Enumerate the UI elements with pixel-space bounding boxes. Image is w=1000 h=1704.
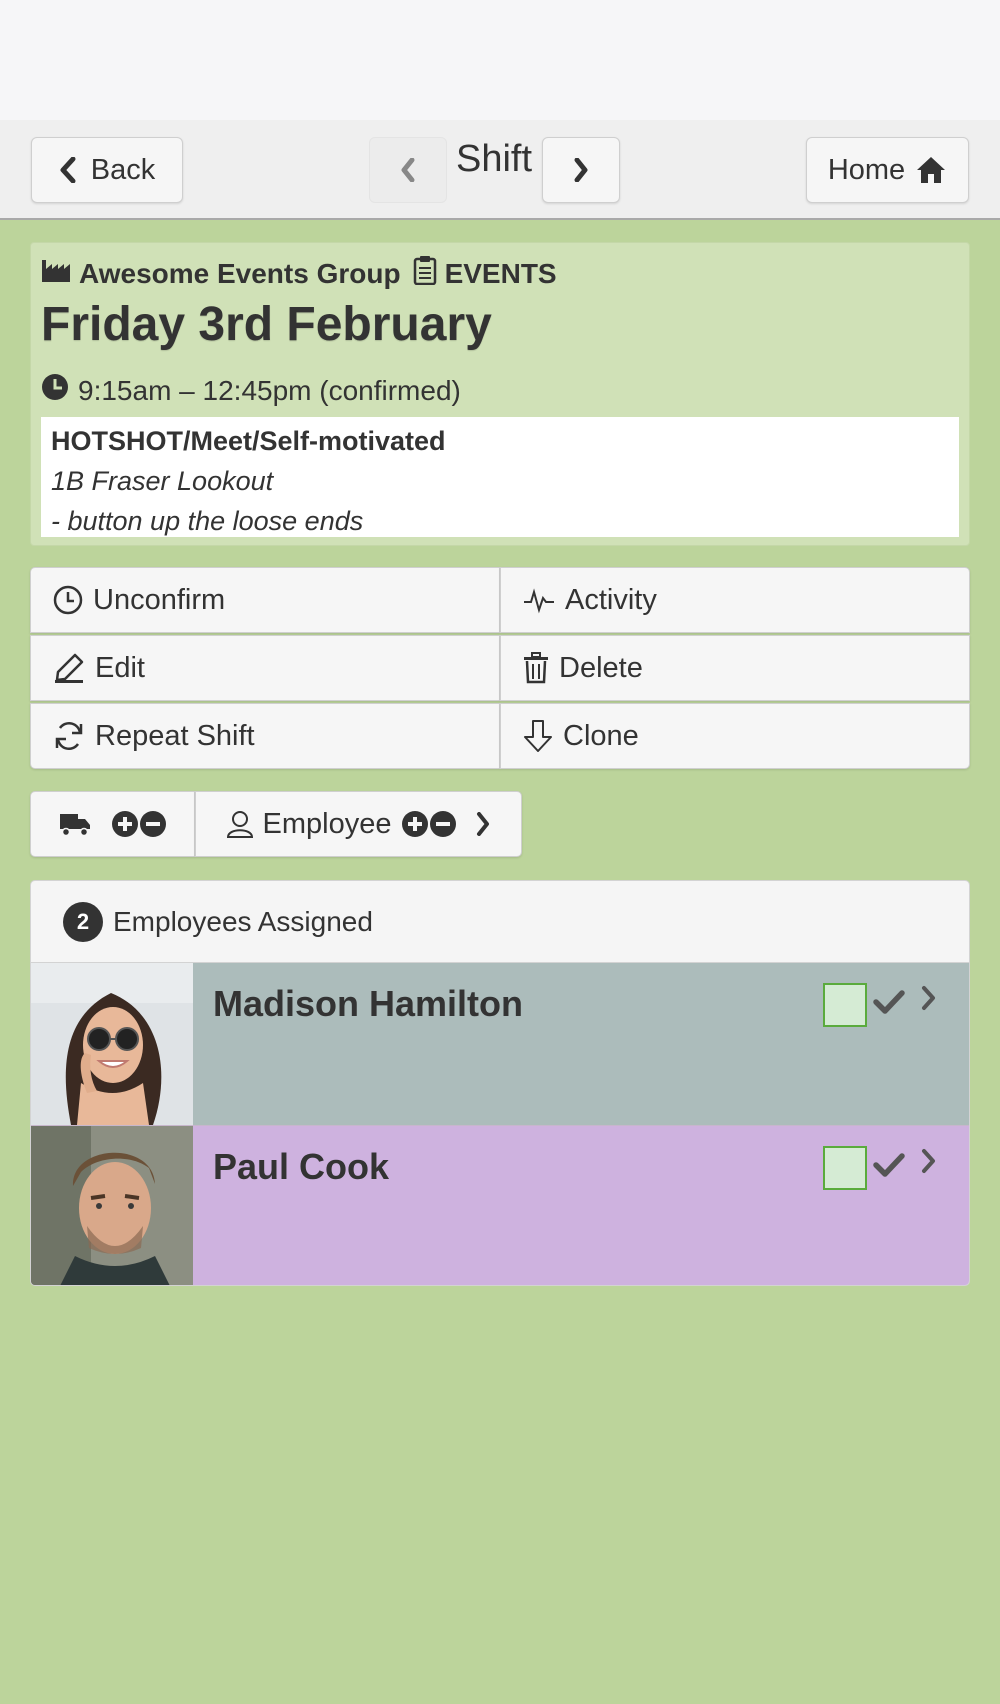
back-button[interactable]: Back [31, 137, 183, 203]
next-shift-button[interactable] [542, 137, 620, 203]
home-button-label: Home [827, 153, 906, 186]
clone-button[interactable]: Clone [500, 703, 970, 769]
assigned-employees-header: 2 Employees Assigned [31, 881, 969, 963]
department-name: EVENTS [444, 257, 557, 289]
arrow-down-icon [523, 720, 553, 752]
activity-icon [523, 586, 555, 614]
assigned-employees-panel: 2 Employees Assigned Madison Hamilton Pa… [30, 880, 970, 1286]
employee-assign-label: Employee [262, 807, 392, 840]
chevron-left-icon [59, 157, 77, 183]
employee-name: Paul Cook [213, 1146, 390, 1187]
home-button[interactable]: Home [806, 137, 969, 203]
shift-time: 9:15am – 12:45pm (confirmed) [78, 374, 461, 406]
shift-notes: HOTSHOT/Meet/Self-motivated 1B Fraser Lo… [41, 417, 959, 537]
avatar [31, 963, 193, 1125]
employee-assign-button[interactable]: Employee [195, 791, 522, 857]
pencil-icon [53, 652, 85, 684]
delete-button[interactable]: Delete [500, 635, 970, 701]
shift-date: Friday 3rd February [41, 298, 492, 351]
plus-circle-icon[interactable] [401, 810, 429, 838]
chevron-right-icon[interactable] [921, 985, 937, 1016]
assigned-count-badge: 2 [63, 901, 103, 942]
chevron-left-icon [400, 158, 416, 182]
clone-label: Clone [563, 719, 639, 752]
clock-icon [41, 373, 69, 408]
employee-name: Madison Hamilton [213, 983, 524, 1024]
chevron-right-icon[interactable] [475, 812, 491, 836]
home-icon [915, 155, 947, 185]
clipboard-icon [413, 255, 437, 292]
employee-checkbox[interactable] [823, 983, 867, 1027]
edit-button[interactable]: Edit [30, 635, 500, 701]
unconfirm-label: Unconfirm [93, 583, 226, 616]
repeat-shift-label: Repeat Shift [95, 719, 255, 752]
avatar [31, 1126, 193, 1285]
vehicle-assign-button[interactable] [30, 791, 195, 857]
trash-icon [523, 652, 549, 684]
activity-label: Activity [565, 583, 657, 616]
delete-label: Delete [559, 651, 643, 684]
clock-icon [53, 585, 83, 615]
user-icon [226, 810, 254, 838]
notes-location: 1B Fraser Lookout [51, 466, 274, 496]
truck-icon [59, 812, 91, 836]
plus-circle-icon[interactable] [111, 810, 139, 838]
checkmark-icon [873, 1152, 905, 1183]
shift-time-line: 9:15am – 12:45pm (confirmed) [41, 373, 461, 408]
chevron-right-icon[interactable] [921, 1148, 937, 1179]
checkmark-icon [873, 989, 905, 1020]
back-button-label: Back [90, 153, 156, 186]
page-title: Shift [456, 138, 533, 180]
organisation-name: Awesome Events Group [79, 257, 401, 289]
previous-shift-button[interactable] [369, 137, 447, 203]
notes-heading: HOTSHOT/Meet/Self-motivated [51, 426, 446, 456]
status-bar [0, 0, 1000, 120]
chevron-right-icon [573, 158, 589, 182]
unconfirm-button[interactable]: Unconfirm [30, 567, 500, 633]
refresh-icon [53, 720, 85, 752]
activity-button[interactable]: Activity [500, 567, 970, 633]
employee-row[interactable]: Paul Cook [31, 1125, 969, 1285]
edit-label: Edit [95, 651, 145, 684]
factory-icon [41, 257, 71, 290]
shift-org-line: Awesome Events Group EVENTS [41, 255, 569, 292]
assigned-employees-heading: Employees Assigned [113, 905, 373, 937]
employee-checkbox[interactable] [823, 1146, 867, 1190]
shift-details-card: Awesome Events Group EVENTS Friday 3rd F… [30, 242, 970, 546]
minus-circle-icon[interactable] [139, 810, 167, 838]
notes-task: - button up the loose ends [51, 506, 364, 536]
repeat-shift-button[interactable]: Repeat Shift [30, 703, 500, 769]
minus-circle-icon[interactable] [429, 810, 457, 838]
employee-row[interactable]: Madison Hamilton [31, 963, 969, 1125]
